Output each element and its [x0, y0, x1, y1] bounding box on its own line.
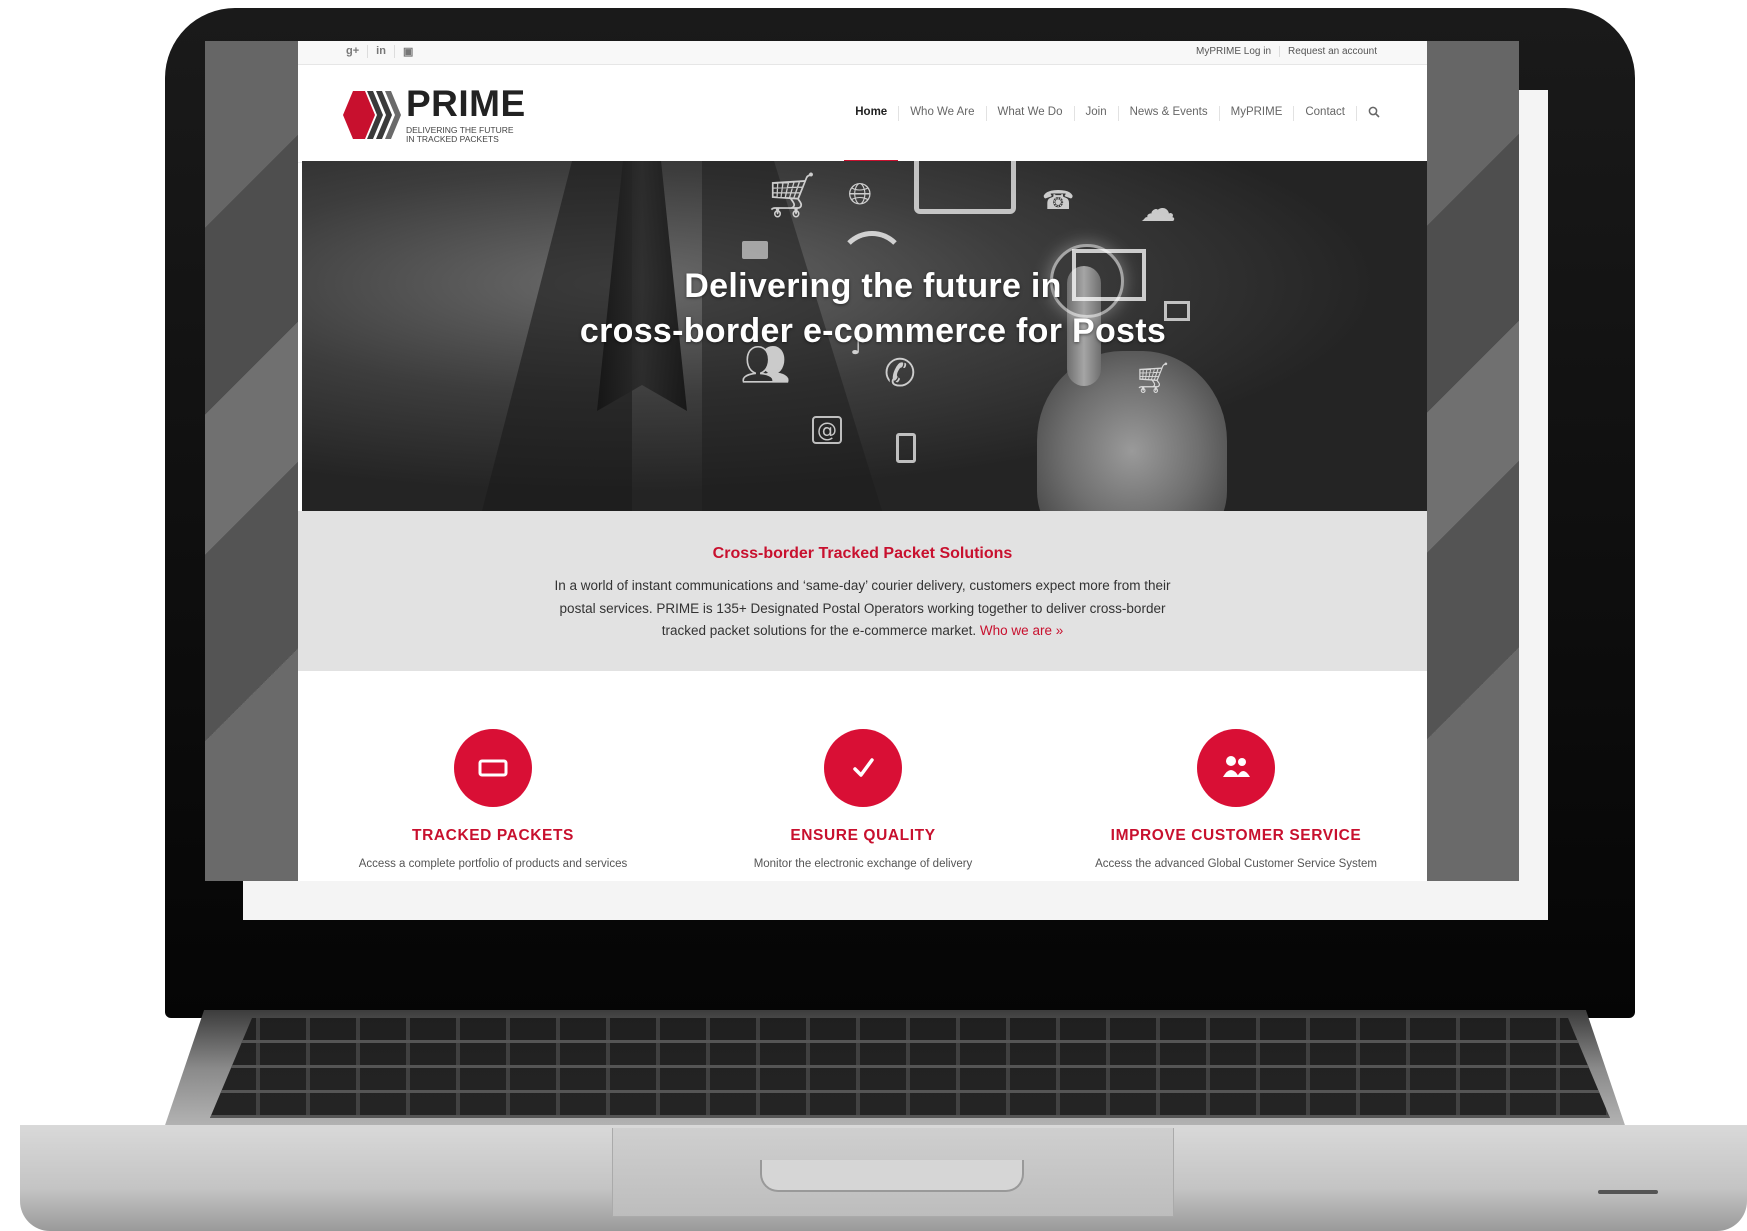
cart-icon: 🛒︎: [764, 170, 820, 221]
intro-section: Cross-border Tracked Packet Solutions In…: [298, 511, 1427, 671]
feature-text: Access the advanced Global Customer Serv…: [1095, 858, 1377, 870]
features-section: TRACKED PACKETS Access a complete portfo…: [298, 671, 1427, 881]
hero-title-line1: Delivering the future in: [684, 267, 1062, 305]
nav-item-home[interactable]: Home: [844, 106, 899, 162]
device-icon: [896, 433, 916, 463]
intro-text: In a world of instant communications and…: [553, 575, 1173, 643]
feature-text: Monitor the electronic exchange of deliv…: [753, 858, 973, 870]
package-icon: [478, 759, 508, 777]
feature-circle[interactable]: [824, 729, 902, 807]
hero-title-line2: cross-border e-commerce for Posts: [579, 312, 1167, 350]
feature-circle[interactable]: [454, 729, 532, 807]
nav-item-what-we-do[interactable]: What We Do: [985, 106, 1074, 121]
linkedin-icon[interactable]: in: [368, 45, 395, 58]
chat-icon: [742, 241, 768, 259]
intro-body: In a world of instant communications and…: [554, 578, 1171, 638]
youtube-icon[interactable]: ▣: [395, 45, 421, 58]
feature-tracked-packets: TRACKED PACKETS Access a complete portfo…: [313, 729, 673, 870]
nav-item-join[interactable]: Join: [1073, 106, 1118, 121]
phone-icon: ☎︎: [1042, 186, 1075, 216]
hero-banner: 🛒︎ 🌐︎ ☎︎ ☁︎ 🛒︎ 👥︎ ♪ @ ✆ Delivering the f…: [302, 161, 1427, 511]
who-we-are-link[interactable]: Who we are »: [980, 623, 1063, 638]
logo-tagline: DELIVERING THE FUTURE IN TRACKED PACKETS: [406, 126, 546, 144]
users-icon: [1223, 756, 1250, 777]
site-header: PRIME DELIVERING THE FUTURE IN TRACKED P…: [298, 65, 1427, 163]
feature-circle[interactable]: [1197, 729, 1275, 807]
laptop-icon: [914, 161, 1016, 214]
cloud-icon: ☁︎: [1140, 189, 1176, 230]
nav-item-news-events[interactable]: News & Events: [1117, 106, 1219, 121]
website: g+ in ▣ MyPRIME Log in Request an accoun…: [298, 41, 1427, 881]
cart-small-icon: 🛒︎: [1134, 361, 1173, 396]
background-pattern-left: [205, 41, 299, 881]
myprime-login-link[interactable]: MyPRIME Log in: [1188, 46, 1279, 57]
google-plus-icon[interactable]: g+: [338, 45, 369, 58]
feature-ensure-quality: ENSURE QUALITY Monitor the electronic ex…: [683, 729, 1043, 870]
social-links: g+ in ▣: [338, 45, 421, 58]
feature-title: IMPROVE CUSTOMER SERVICE: [1110, 827, 1362, 844]
phone-receiver-icon: ✆: [884, 351, 916, 395]
top-bar: g+ in ▣ MyPRIME Log in Request an accoun…: [298, 41, 1427, 65]
background-pattern-right: [1425, 41, 1519, 881]
request-account-link[interactable]: Request an account: [1279, 46, 1385, 57]
laptop-indicator-light: [1598, 1190, 1658, 1194]
feature-text: Access a complete portfolio of products …: [358, 858, 628, 870]
globe-icon: 🌐︎: [848, 177, 872, 212]
feature-title: TRACKED PACKETS: [412, 827, 574, 844]
feature-title: ENSURE QUALITY: [790, 827, 936, 844]
hero-title: Delivering the future in cross-border e-…: [302, 264, 1427, 354]
logo-mark-icon: [343, 91, 401, 139]
logo-wordmark: PRIME: [406, 83, 526, 124]
feature-improve-customer-service: IMPROVE CUSTOMER SERVICE Access the adva…: [1056, 729, 1416, 870]
nav-item-myprime[interactable]: MyPRIME: [1218, 106, 1294, 121]
main-navigation: Home Who We Are What We Do Join News & E…: [844, 106, 1391, 162]
hero-hand: [1037, 351, 1227, 511]
at-sign-icon: @: [812, 416, 842, 444]
nav-item-who-we-are[interactable]: Who We Are: [898, 106, 985, 121]
account-links: MyPRIME Log in Request an account: [1188, 46, 1385, 57]
search-icon[interactable]: [1356, 106, 1391, 121]
intro-heading: Cross-border Tracked Packet Solutions: [712, 545, 1013, 562]
nav-item-contact[interactable]: Contact: [1293, 106, 1356, 121]
prime-logo[interactable]: PRIME DELIVERING THE FUTURE IN TRACKED P…: [343, 83, 546, 144]
checkmark-icon: [853, 758, 874, 777]
keyboard-rows: [210, 1018, 1610, 1118]
laptop-screen: g+ in ▣ MyPRIME Log in Request an accoun…: [205, 41, 1519, 881]
laptop-lid-notch: [760, 1160, 1024, 1192]
logo-tagline-line2: IN TRACKED PACKETS: [406, 134, 499, 144]
